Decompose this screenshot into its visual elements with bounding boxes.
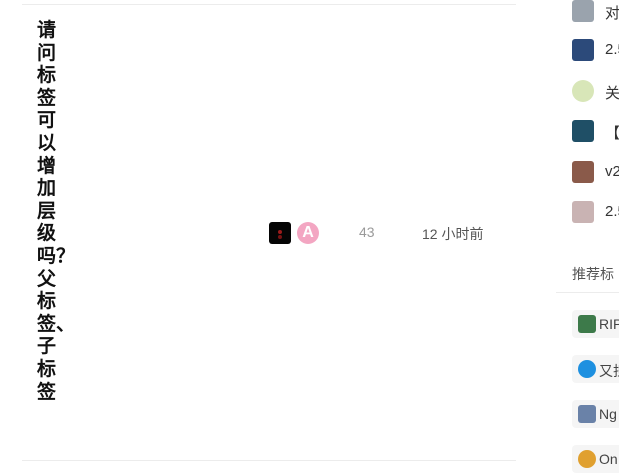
user-avatar-icon — [572, 39, 594, 61]
tag-chip[interactable]: Ng — [572, 400, 619, 428]
tag-chip[interactable]: 又担 — [572, 355, 619, 383]
last-activity-time[interactable]: 12 小时前 — [422, 224, 483, 244]
participant-avatar[interactable]: A — [297, 222, 319, 244]
topic-title-link[interactable]: 请问标签可以增加层级吗？父标签、子标签 — [37, 19, 75, 403]
tag-label: On — [599, 451, 618, 467]
tag-label: 又担 — [599, 363, 619, 379]
user-avatar-icon — [572, 201, 594, 223]
tag-chip[interactable]: RIP — [572, 310, 619, 338]
topic-top-divider — [22, 4, 516, 5]
related-topic-title: 关 — [605, 85, 619, 102]
reply-count: 43 — [359, 224, 375, 240]
related-topic-item[interactable]: 【 — [572, 120, 619, 142]
user-avatar-icon — [572, 80, 594, 102]
related-topic-item[interactable]: 2.5 — [572, 201, 619, 223]
tag-label: Ng — [599, 406, 617, 422]
recommended-tags-heading: 推荐标 — [572, 266, 614, 282]
topic-bottom-divider — [22, 460, 516, 461]
related-topic-item[interactable]: 关 — [572, 80, 619, 102]
related-topic-title: 对 — [605, 5, 619, 22]
related-topic-title: 2.5 — [605, 203, 619, 220]
participant-avatar[interactable] — [269, 222, 291, 244]
related-topic-item[interactable]: 2.5 — [572, 39, 619, 61]
tag-icon — [578, 450, 596, 468]
user-avatar-icon — [572, 120, 594, 142]
section-divider — [556, 292, 619, 293]
related-topic-title: 2.5 — [605, 41, 619, 58]
related-topic-title: 【 — [605, 125, 619, 142]
user-avatar-icon — [572, 0, 594, 22]
tag-icon — [578, 315, 596, 333]
tag-icon — [578, 360, 596, 378]
related-topic-title: v2 — [605, 163, 619, 180]
related-topic-item[interactable]: v2 — [572, 161, 619, 183]
tag-label: RIP — [599, 316, 619, 332]
tag-icon — [578, 405, 596, 423]
related-topic-item[interactable]: 对 — [572, 0, 619, 22]
user-avatar-icon — [572, 161, 594, 183]
